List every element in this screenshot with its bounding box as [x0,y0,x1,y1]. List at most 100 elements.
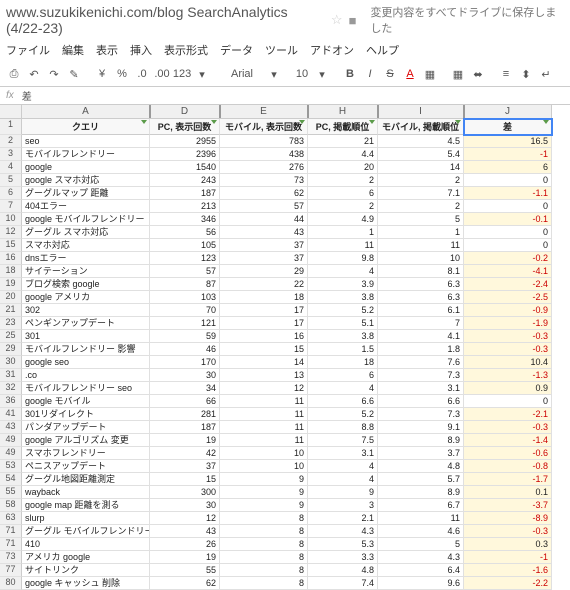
menu-tools[interactable]: ツール [265,42,298,58]
menu-data[interactable]: データ [220,42,253,58]
cell[interactable]: 37 [150,460,220,473]
cell[interactable]: 4 [308,382,378,395]
cell-diff[interactable]: -2.4 [464,278,552,291]
cell[interactable]: 4.3 [308,525,378,538]
cell[interactable]: 7.1 [378,187,464,200]
cell[interactable]: 15 [220,343,308,356]
cell[interactable]: 783 [220,135,308,148]
header-cell[interactable]: モバイル, 掲載順位 [378,119,464,135]
more-formats-arrow[interactable]: ▾ [194,65,210,83]
cell[interactable]: 4.9 [308,213,378,226]
cell[interactable]: 6 [308,187,378,200]
font-size[interactable]: 10 [294,65,310,83]
cell[interactable]: 1.5 [308,343,378,356]
cell[interactable]: 105 [150,239,220,252]
cell[interactable]: 6.6 [378,395,464,408]
row-header[interactable]: 19 [0,278,22,291]
cell[interactable]: 34 [150,382,220,395]
cell-diff[interactable]: 0.1 [464,486,552,499]
row-header[interactable]: 25 [0,330,22,343]
cell[interactable]: 18 [308,356,378,369]
cell[interactable]: 9 [220,473,308,486]
cell[interactable]: 57 [150,265,220,278]
cell-diff[interactable]: -8.9 [464,512,552,525]
row-header[interactable]: 54 [0,473,22,486]
cell[interactable]: 2 [378,174,464,187]
cell-query[interactable]: slurp [22,512,150,525]
cell[interactable]: 43 [220,226,308,239]
col-header-H[interactable]: H [308,105,378,119]
row-header[interactable]: 63 [0,512,22,525]
cell[interactable]: 26 [150,538,220,551]
cell[interactable]: 3.7 [378,447,464,460]
bold-icon[interactable]: B [342,65,358,83]
col-header-J[interactable]: J [464,105,552,119]
row-header[interactable]: 43 [0,421,22,434]
cell-query[interactable]: google キャッシュ 削除 [22,577,150,590]
cell-query[interactable]: google map 距離を測る [22,499,150,512]
cell[interactable]: 281 [150,408,220,421]
row-header[interactable]: 23 [0,317,22,330]
cell-query[interactable]: 410 [22,538,150,551]
cell[interactable]: 6.4 [378,564,464,577]
cell-diff[interactable]: 0 [464,226,552,239]
cell[interactable]: 7.6 [378,356,464,369]
cell[interactable]: 187 [150,187,220,200]
cell[interactable]: 56 [150,226,220,239]
cell-diff[interactable]: -2.1 [464,408,552,421]
cell[interactable]: 20 [308,161,378,174]
cell[interactable]: 3.3 [308,551,378,564]
cell-diff[interactable]: -0.3 [464,343,552,356]
spreadsheet-grid[interactable]: ADEHIJ1クエリPC, 表示回数モバイル, 表示回数PC, 掲載順位モバイル… [0,105,570,590]
cell[interactable]: 3 [308,499,378,512]
cell[interactable]: 5.1 [308,317,378,330]
cell[interactable]: 6.3 [378,278,464,291]
cell-query[interactable]: ブログ検索 google [22,278,150,291]
cell[interactable]: 11 [220,408,308,421]
row-header[interactable]: 71 [0,525,22,538]
cell[interactable]: 6.6 [308,395,378,408]
cell-diff[interactable]: 0 [464,395,552,408]
cell[interactable]: 14 [378,161,464,174]
header-cell[interactable]: モバイル, 表示回数 [220,119,308,135]
row-header[interactable]: 49 [0,447,22,460]
cell[interactable]: 300 [150,486,220,499]
cell-query[interactable]: google モバイルフレンドリー [22,213,150,226]
cell[interactable]: 4.3 [378,551,464,564]
cell[interactable]: 17 [220,317,308,330]
row-header[interactable]: 10 [0,213,22,226]
cell[interactable]: 121 [150,317,220,330]
filter-icon[interactable] [369,120,375,124]
cell[interactable]: 43 [150,525,220,538]
cell-query[interactable]: google モバイル [22,395,150,408]
cell[interactable]: 5 [378,538,464,551]
cell[interactable]: 8.8 [308,421,378,434]
cell[interactable]: 3.8 [308,330,378,343]
header-cell[interactable]: 差 [464,119,552,135]
cell-diff[interactable]: 0.3 [464,538,552,551]
cell[interactable]: 11 [220,434,308,447]
cell[interactable]: 30 [150,499,220,512]
cell[interactable]: 22 [220,278,308,291]
menu-view[interactable]: 表示 [96,42,118,58]
folder-icon[interactable]: ■ [349,13,357,28]
cell[interactable]: 8 [220,525,308,538]
cell-query[interactable]: google アルゴリズム 変更 [22,434,150,447]
row-header[interactable]: 73 [0,551,22,564]
cell[interactable]: 62 [150,577,220,590]
cell-query[interactable]: アメリカ google [22,551,150,564]
cell-query[interactable]: 302 [22,304,150,317]
undo-icon[interactable]: ↶ [26,65,42,83]
filter-icon[interactable] [141,120,147,124]
cell[interactable]: 15 [150,473,220,486]
cell[interactable]: 4 [308,460,378,473]
cell[interactable]: 6 [308,369,378,382]
cell[interactable]: 57 [220,200,308,213]
cell-query[interactable]: google スマホ対応 [22,174,150,187]
cell-diff[interactable]: 0 [464,174,552,187]
col-header-D[interactable]: D [150,105,220,119]
cell[interactable]: 11 [220,421,308,434]
cell-diff[interactable]: -0.3 [464,525,552,538]
cell[interactable]: 7.4 [308,577,378,590]
cell-query[interactable]: グーグル モバイルフレンドリー [22,525,150,538]
